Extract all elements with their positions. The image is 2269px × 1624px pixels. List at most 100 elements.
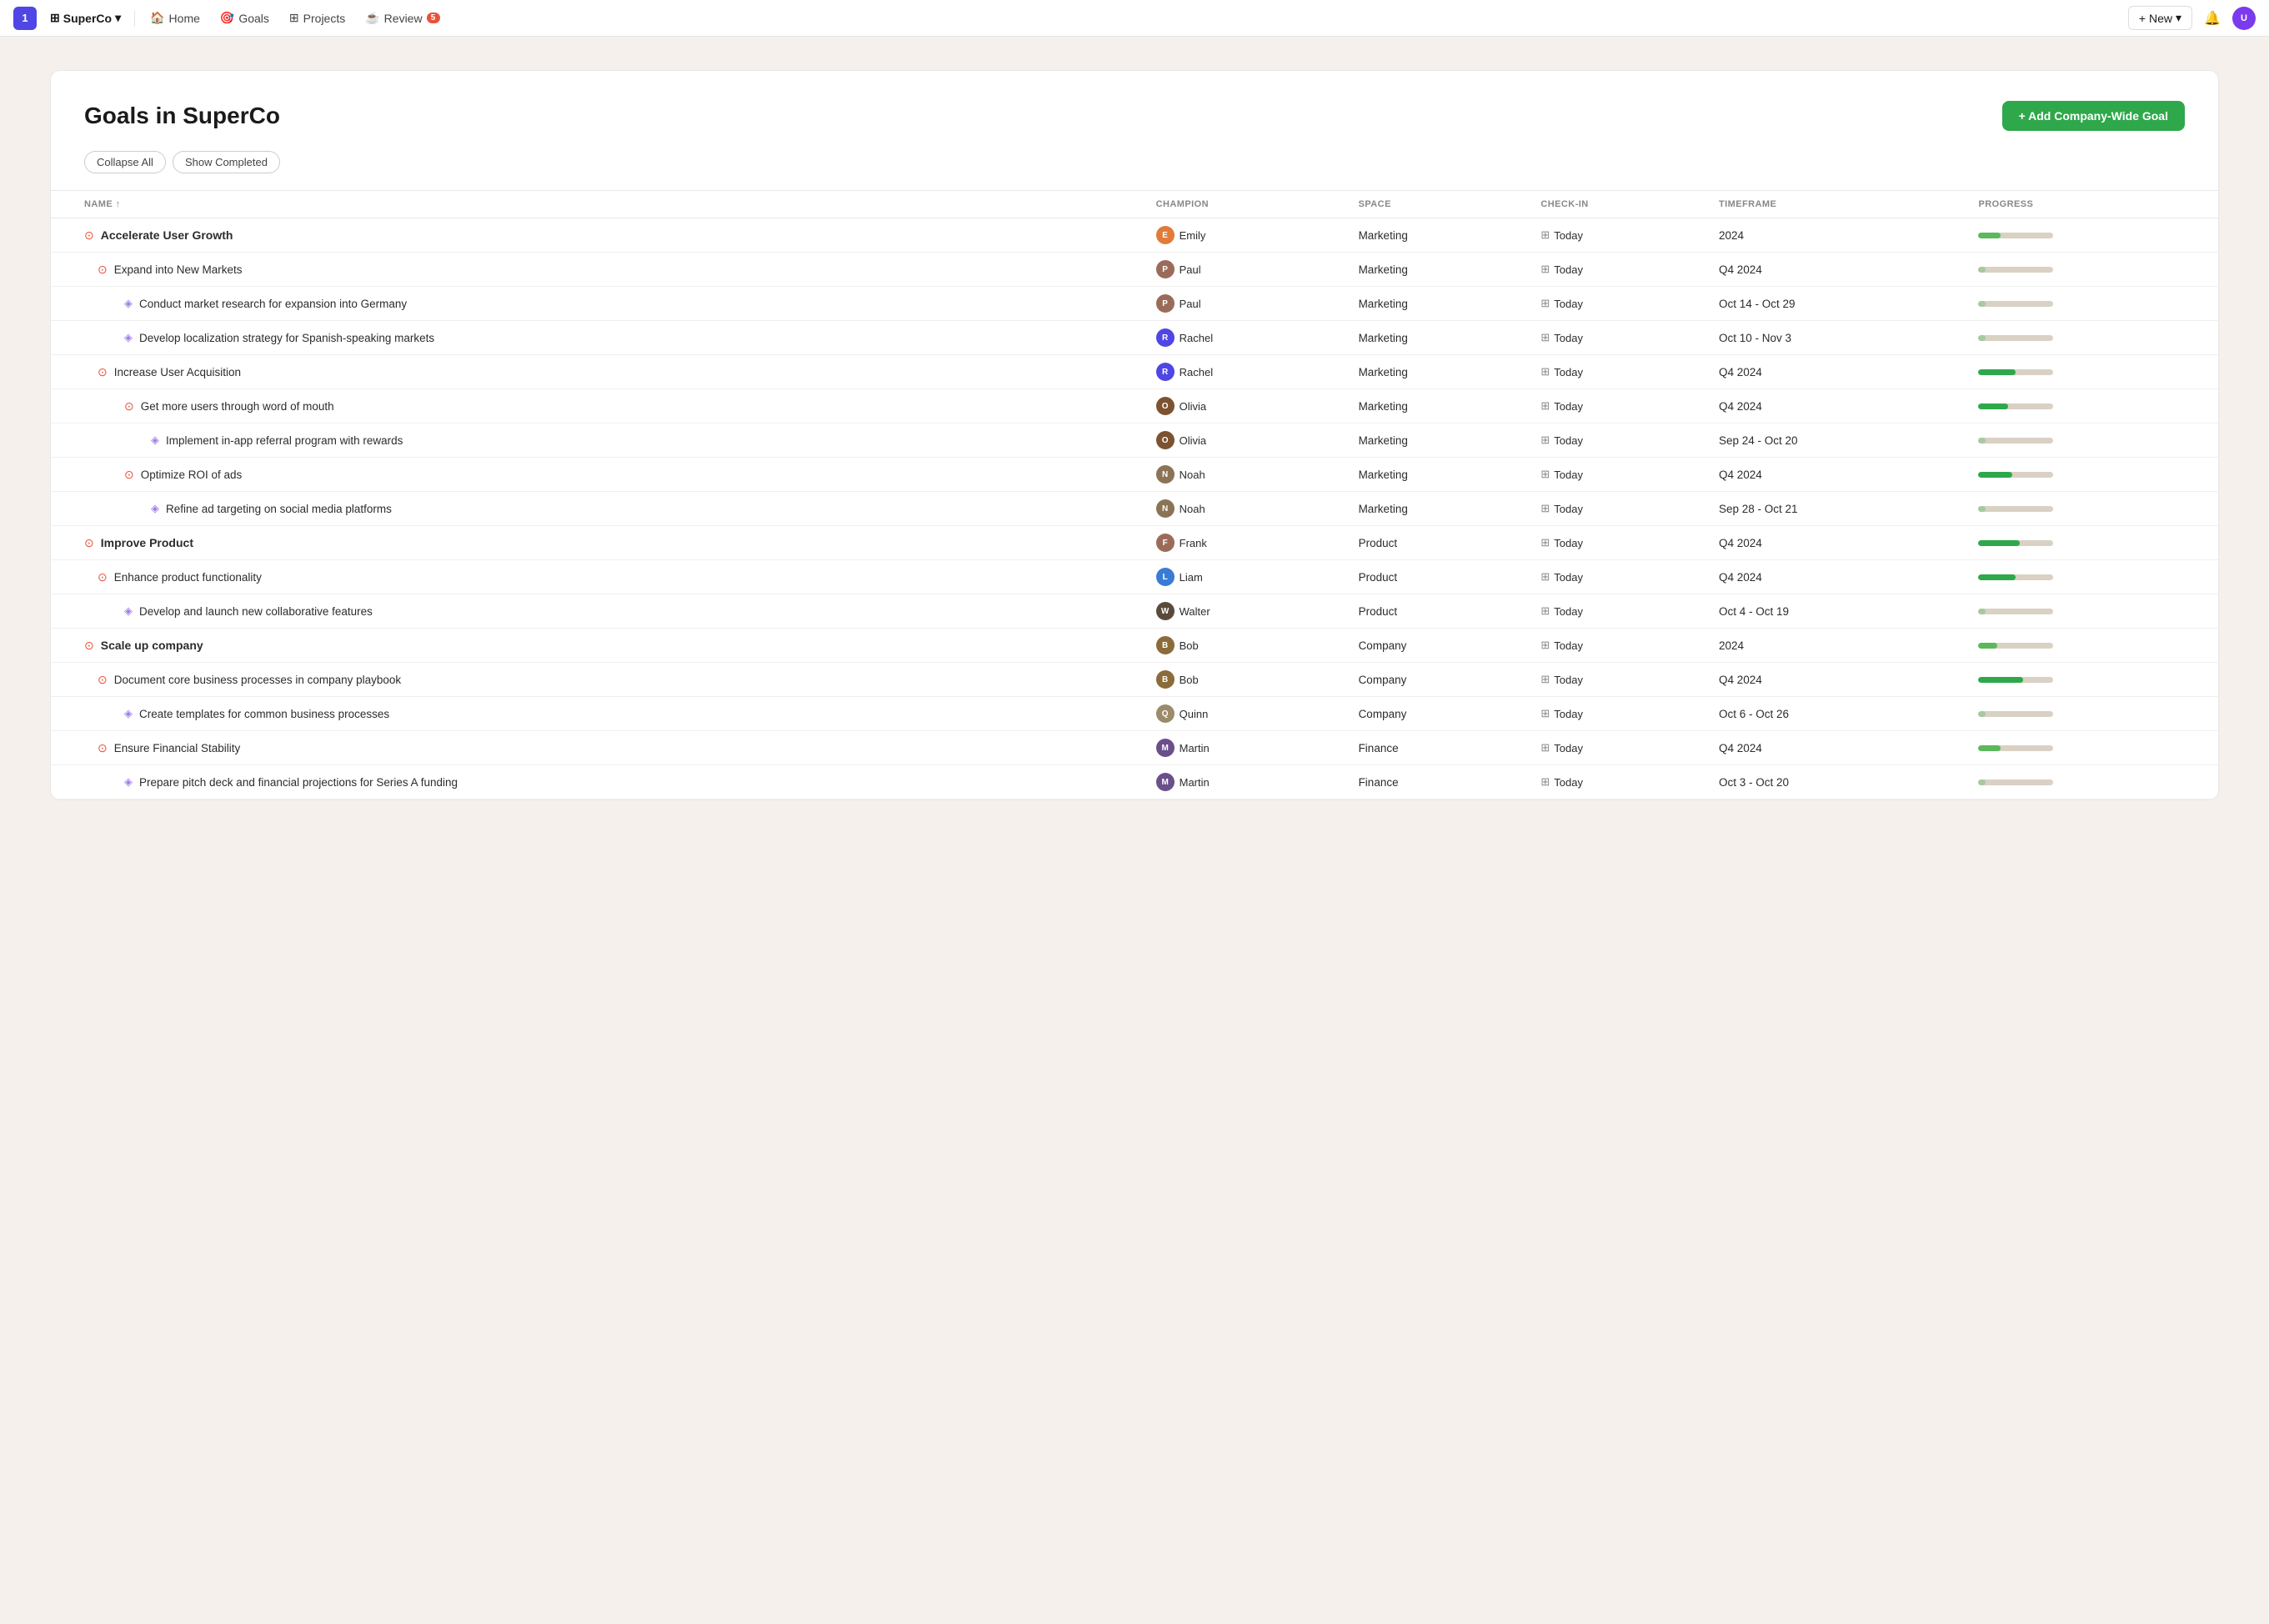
- champion-avatar: E: [1156, 226, 1175, 244]
- notifications-button[interactable]: 🔔: [2199, 5, 2226, 32]
- col-timeframe: TIMEFRAME: [1709, 191, 1969, 218]
- table-row[interactable]: ◈ Develop localization strategy for Span…: [51, 321, 2218, 355]
- checkin-cell: ⊞ Today: [1530, 253, 1709, 287]
- table-row[interactable]: ◈ Develop and launch new collaborative f…: [51, 594, 2218, 629]
- checkin-value: Today: [1554, 469, 1583, 481]
- checkin-value: Today: [1554, 708, 1583, 720]
- name-label: Refine ad targeting on social media plat…: [166, 503, 392, 515]
- main-content: Goals in SuperCo + Add Company-Wide Goal…: [0, 37, 2269, 834]
- name-cell: ⊙ Scale up company: [51, 629, 1146, 663]
- progress-cell: [1968, 492, 2218, 526]
- name-label: Scale up company: [101, 639, 203, 652]
- champion-cell: M Martin: [1146, 765, 1349, 799]
- user-avatar[interactable]: U: [2232, 7, 2256, 30]
- table-row[interactable]: ◈ Create templates for common business p…: [51, 697, 2218, 731]
- calendar-icon: ⊞: [1540, 707, 1550, 720]
- table-row[interactable]: ⊙ Ensure Financial Stability M Martin Fi…: [51, 731, 2218, 765]
- progress-cell: [1968, 594, 2218, 629]
- checkin-cell: ⊞ Today: [1530, 287, 1709, 321]
- timeframe-cell: Q4 2024: [1709, 731, 1969, 765]
- checkin-value: Today: [1554, 605, 1583, 618]
- goal-icon: ⊙: [98, 673, 108, 687]
- space-cell: Product: [1349, 526, 1531, 560]
- table-row[interactable]: ◈ Prepare pitch deck and financial proje…: [51, 765, 2218, 799]
- progress-bar-fill: [1978, 711, 1986, 717]
- timeframe-cell: Sep 24 - Oct 20: [1709, 424, 1969, 458]
- progress-cell: [1968, 424, 2218, 458]
- timeframe-cell: Oct 3 - Oct 20: [1709, 765, 1969, 799]
- calendar-icon: ⊞: [1540, 673, 1550, 686]
- checkin-cell: ⊞ Today: [1530, 458, 1709, 492]
- goals-header: Goals in SuperCo + Add Company-Wide Goal: [51, 71, 2218, 151]
- champion-name: Emily: [1180, 229, 1206, 242]
- new-button[interactable]: + New ▾: [2128, 6, 2192, 30]
- name-label: Improve Product: [101, 536, 193, 549]
- table-row[interactable]: ◈ Refine ad targeting on social media pl…: [51, 492, 2218, 526]
- add-company-wide-goal-button[interactable]: + Add Company-Wide Goal: [2002, 101, 2185, 131]
- app-logo[interactable]: 1: [13, 7, 37, 30]
- collapse-all-button[interactable]: Collapse All: [84, 151, 166, 173]
- logo-text: 1: [22, 12, 28, 24]
- table-row[interactable]: ⊙ Increase User Acquisition R Rachel Mar…: [51, 355, 2218, 389]
- goal-icon: ⊙: [98, 263, 108, 277]
- workspace-selector[interactable]: ⊞ SuperCo ▾: [43, 8, 128, 28]
- checkin-cell: ⊞ Today: [1530, 731, 1709, 765]
- nav-goals[interactable]: 🎯 Goals: [212, 8, 278, 28]
- champion-avatar: M: [1156, 773, 1175, 791]
- progress-cell: [1968, 287, 2218, 321]
- name-label: Ensure Financial Stability: [114, 742, 241, 754]
- progress-bar-fill: [1978, 233, 2001, 238]
- progress-cell: [1968, 389, 2218, 424]
- champion-name: Olivia: [1180, 400, 1207, 413]
- bell-icon: 🔔: [2204, 10, 2221, 27]
- goal-icon: ⊙: [98, 741, 108, 755]
- nav-goals-label: Goals: [238, 12, 269, 25]
- goal-icon: ⊙: [124, 468, 134, 482]
- timeframe-cell: Q4 2024: [1709, 526, 1969, 560]
- table-row[interactable]: ⊙ Improve Product F Frank Product ⊞ Toda…: [51, 526, 2218, 560]
- progress-bar-bg: [1978, 472, 2053, 478]
- calendar-icon: ⊞: [1540, 536, 1550, 549]
- add-goal-label: + Add Company-Wide Goal: [2019, 109, 2168, 123]
- calendar-icon: ⊞: [1540, 297, 1550, 310]
- timeframe-cell: 2024: [1709, 218, 1969, 253]
- table-row[interactable]: ◈ Implement in-app referral program with…: [51, 424, 2218, 458]
- champion-avatar: B: [1156, 670, 1175, 689]
- show-completed-button[interactable]: Show Completed: [173, 151, 280, 173]
- space-cell: Marketing: [1349, 458, 1531, 492]
- calendar-icon: ⊞: [1540, 502, 1550, 515]
- table-row[interactable]: ⊙ Expand into New Markets P Paul Marketi…: [51, 253, 2218, 287]
- table-row[interactable]: ⊙ Scale up company B Bob Company ⊞ Today…: [51, 629, 2218, 663]
- table-row[interactable]: ⊙ Document core business processes in co…: [51, 663, 2218, 697]
- nav-review[interactable]: ☕ Review 5: [357, 8, 448, 28]
- name-label: Document core business processes in comp…: [114, 674, 401, 686]
- show-completed-label: Show Completed: [185, 156, 268, 168]
- checkin-value: Today: [1554, 332, 1583, 344]
- progress-bar-bg: [1978, 677, 2053, 683]
- progress-cell: [1968, 629, 2218, 663]
- workspace-icon: ⊞: [50, 11, 60, 25]
- checkin-cell: ⊞ Today: [1530, 526, 1709, 560]
- progress-cell: [1968, 560, 2218, 594]
- table-row[interactable]: ⊙ Enhance product functionality L Liam P…: [51, 560, 2218, 594]
- space-cell: Finance: [1349, 731, 1531, 765]
- table-row[interactable]: ◈ Conduct market research for expansion …: [51, 287, 2218, 321]
- table-row[interactable]: ⊙ Optimize ROI of ads N Noah Marketing ⊞…: [51, 458, 2218, 492]
- goals-table: NAME ↑ CHAMPION SPACE CHECK-IN TIMEFRAME…: [51, 190, 2218, 799]
- nav-projects[interactable]: ⊞ Projects: [281, 8, 353, 28]
- name-cell: ⊙ Document core business processes in co…: [51, 663, 1146, 697]
- timeframe-cell: Sep 28 - Oct 21: [1709, 492, 1969, 526]
- calendar-icon: ⊞: [1540, 604, 1550, 618]
- progress-bar-fill: [1978, 403, 2008, 409]
- table-row[interactable]: ⊙ Get more users through word of mouth O…: [51, 389, 2218, 424]
- timeframe-cell: Q4 2024: [1709, 389, 1969, 424]
- calendar-icon: ⊞: [1540, 263, 1550, 276]
- champion-name: Martin: [1180, 742, 1210, 754]
- progress-bar-fill: [1978, 335, 1986, 341]
- table-row[interactable]: ⊙ Accelerate User Growth E Emily Marketi…: [51, 218, 2218, 253]
- progress-cell: [1968, 321, 2218, 355]
- nav-home[interactable]: 🏠 Home: [142, 8, 208, 28]
- timeframe-cell: Oct 10 - Nov 3: [1709, 321, 1969, 355]
- checkin-value: Today: [1554, 639, 1583, 652]
- checkin-cell: ⊞ Today: [1530, 389, 1709, 424]
